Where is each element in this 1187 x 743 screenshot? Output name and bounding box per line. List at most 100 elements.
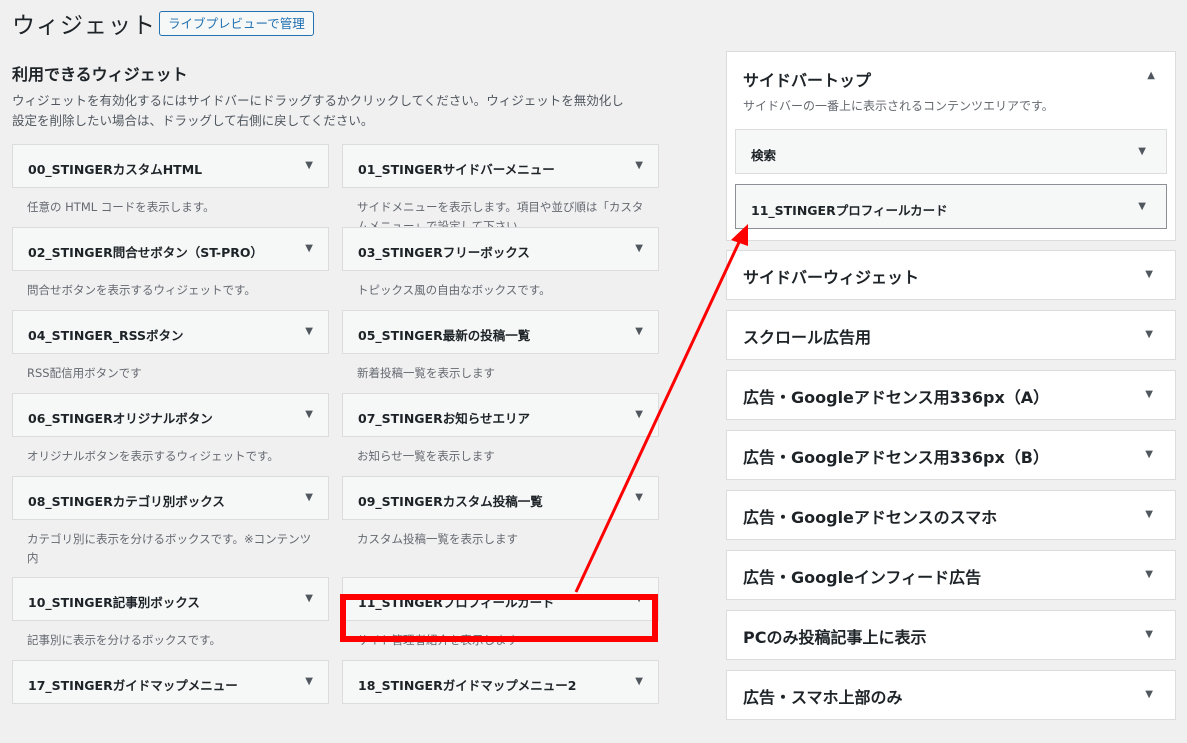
widget-row: 02_STINGER問合せボタン（ST-PRO） ▼ 問合せボタンを表示するウィ… [12,227,662,310]
chevron-down-icon[interactable]: ▼ [305,492,313,503]
page-title: ウィジェット [12,13,156,39]
chevron-down-icon[interactable]: ▼ [635,326,643,337]
widget-item[interactable]: 17_STINGERガイドマップメニュー ▼ [12,660,329,704]
widget-row: 17_STINGERガイドマップメニュー ▼ 18_STINGERガイドマップメ… [12,660,662,743]
widget-title: 05_STINGER最新の投稿一覧 [358,328,531,343]
widget-item[interactable]: 07_STINGERお知らせエリア ▼ お知らせ一覧を表示します [342,393,659,466]
highlight-box [340,594,658,642]
available-widgets-description: ウィジェットを有効化するにはサイドバーにドラッグするかクリックしてください。ウィ… [12,91,662,131]
chevron-down-icon[interactable]: ▼ [635,492,643,503]
available-widgets-title: 利用できるウィジェット [12,65,188,84]
available-widgets-grid: 00_STINGERカスタムHTML ▼ 任意の HTML コードを表示します。… [12,144,662,743]
sidebar-title[interactable]: サイドバートップ [743,67,871,91]
sidebar-title: PCのみ投稿記事上に表示 [743,628,927,647]
widget-description: RSS配信用ボタンです [27,366,142,380]
sidebar-title: 広告・Googleアドセンスのスマホ [743,508,998,527]
widget-title: 06_STINGERオリジナルボタン [28,411,213,426]
chevron-down-icon[interactable]: ▼ [635,243,643,254]
widget-header[interactable]: 00_STINGERカスタムHTML ▼ [12,144,329,188]
chevron-down-icon[interactable]: ▼ [305,676,313,687]
chevron-up-icon[interactable]: ▲ [1147,70,1155,81]
sidebar-title: サイドバーウィジェット [743,268,920,287]
chevron-down-icon[interactable]: ▼ [1145,269,1153,280]
widget-header[interactable]: 09_STINGERカスタム投稿一覧 ▼ [342,476,659,520]
sidebar-area[interactable]: スクロール広告用 ▼ [726,310,1176,360]
widget-description: 問合せボタンを表示するウィジェットです。 [27,283,256,297]
sidebar-widget-profile-card[interactable]: 11_STINGERプロフィールカード ▼ [735,184,1167,229]
chevron-down-icon[interactable]: ▼ [1145,329,1153,340]
widget-row: 00_STINGERカスタムHTML ▼ 任意の HTML コードを表示します。… [12,144,662,233]
description-line-2: 設定を削除したい場合は、ドラッグして右側に戻してください。 [12,113,374,128]
sidebar-title: 広告・Googleインフィード広告 [743,568,982,587]
widget-description: 新着投稿一覧を表示します [357,366,495,380]
chevron-down-icon[interactable]: ▼ [1145,509,1153,520]
widget-item[interactable]: 06_STINGERオリジナルボタン ▼ オリジナルボタンを表示するウィジェット… [12,393,329,466]
widget-title: 検索 [751,148,777,163]
sidebar-title: 広告・スマホ上部のみ [743,688,903,707]
chevron-down-icon[interactable]: ▼ [1145,629,1153,640]
chevron-down-icon[interactable]: ▼ [305,160,313,171]
widget-item[interactable]: 00_STINGERカスタムHTML ▼ 任意の HTML コードを表示します。 [12,144,329,217]
widget-header[interactable]: 10_STINGER記事別ボックス ▼ [12,577,329,621]
widget-header[interactable]: 07_STINGERお知らせエリア ▼ [342,393,659,437]
widget-description: お知らせ一覧を表示します [357,449,495,463]
widget-item[interactable]: 09_STINGERカスタム投稿一覧 ▼ カスタム投稿一覧を表示します [342,476,659,549]
widget-description: カテゴリ別に表示を分けるボックスです。※コンテンツ内 [27,532,312,565]
chevron-down-icon[interactable]: ▼ [305,243,313,254]
widget-title: 07_STINGERお知らせエリア [358,411,530,426]
chevron-down-icon[interactable]: ▼ [305,409,313,420]
sidebar-widget-search[interactable]: 検索 ▼ [735,129,1167,174]
sidebar-top-area: サイドバートップ ▲ サイドバーの一番上に表示されるコンテンツエリアです。 検索… [726,51,1176,241]
chevron-down-icon[interactable]: ▼ [1145,449,1153,460]
widget-header[interactable]: 02_STINGER問合せボタン（ST-PRO） ▼ [12,227,329,271]
widget-header[interactable]: 01_STINGERサイドバーメニュー ▼ [342,144,659,188]
chevron-down-icon[interactable]: ▼ [305,593,313,604]
widget-title: 09_STINGERカスタム投稿一覧 [358,494,543,509]
chevron-down-icon[interactable]: ▼ [305,326,313,337]
widget-header[interactable]: 03_STINGERフリーボックス ▼ [342,227,659,271]
widget-description: トピックス風の自由なボックスです。 [357,283,551,297]
widget-title: 04_STINGER_RSSボタン [28,328,184,343]
sidebar-area[interactable]: サイドバーウィジェット ▼ [726,250,1176,300]
widget-description: 記事別に表示を分けるボックスです。 [27,633,222,647]
chevron-down-icon[interactable]: ▼ [1145,569,1153,580]
sidebar-title: スクロール広告用 [743,328,872,347]
sidebar-area[interactable]: 広告・Googleアドセンス用336px（A） ▼ [726,370,1176,420]
widget-row: 06_STINGERオリジナルボタン ▼ オリジナルボタンを表示するウィジェット… [12,393,662,476]
widget-header[interactable]: 17_STINGERガイドマップメニュー ▼ [12,660,329,704]
widget-description: 任意の HTML コードを表示します。 [27,200,215,214]
widget-title: 08_STINGERカテゴリ別ボックス [28,494,225,509]
widget-description: カスタム投稿一覧を表示します [357,532,518,546]
chevron-down-icon[interactable]: ▼ [1138,201,1146,212]
sidebar-title: 広告・Googleアドセンス用336px（B） [743,448,1049,467]
widget-header[interactable]: 18_STINGERガイドマップメニュー2 ▼ [342,660,659,704]
sidebar-area[interactable]: 広告・スマホ上部のみ ▼ [726,670,1176,720]
sidebar-area[interactable]: 広告・Googleアドセンスのスマホ ▼ [726,490,1176,540]
widget-item[interactable]: 18_STINGERガイドマップメニュー2 ▼ [342,660,659,704]
chevron-down-icon[interactable]: ▼ [635,409,643,420]
sidebar-area[interactable]: 広告・Googleアドセンス用336px（B） ▼ [726,430,1176,480]
sidebar-area[interactable]: PCのみ投稿記事上に表示 ▼ [726,610,1176,660]
widget-description: オリジナルボタンを表示するウィジェットです。 [27,449,279,463]
widget-header[interactable]: 04_STINGER_RSSボタン ▼ [12,310,329,354]
widget-item[interactable]: 03_STINGERフリーボックス ▼ トピックス風の自由なボックスです。 [342,227,659,300]
chevron-down-icon[interactable]: ▼ [1145,689,1153,700]
widget-row: 04_STINGER_RSSボタン ▼ RSS配信用ボタンです 05_STING… [12,310,662,393]
chevron-down-icon[interactable]: ▼ [635,160,643,171]
chevron-down-icon[interactable]: ▼ [635,676,643,687]
sidebar-area[interactable]: 広告・Googleインフィード広告 ▼ [726,550,1176,600]
widget-header[interactable]: 06_STINGERオリジナルボタン ▼ [12,393,329,437]
widget-header[interactable]: 08_STINGERカテゴリ別ボックス ▼ [12,476,329,520]
widget-header[interactable]: 05_STINGER最新の投稿一覧 ▼ [342,310,659,354]
widget-title: 18_STINGERガイドマップメニュー2 [358,678,577,693]
widget-item[interactable]: 01_STINGERサイドバーメニュー ▼ サイドメニューを表示します。項目や並… [342,144,659,236]
description-line-1: ウィジェットを有効化するにはサイドバーにドラッグするかクリックしてください。ウィ… [12,93,624,108]
widget-item[interactable]: 05_STINGER最新の投稿一覧 ▼ 新着投稿一覧を表示します [342,310,659,383]
live-preview-button[interactable]: ライブプレビューで管理 [159,11,314,36]
widget-item[interactable]: 08_STINGERカテゴリ別ボックス ▼ カテゴリ別に表示を分けるボックスです… [12,476,329,568]
widget-item[interactable]: 10_STINGER記事別ボックス ▼ 記事別に表示を分けるボックスです。 [12,577,329,650]
chevron-down-icon[interactable]: ▼ [1145,389,1153,400]
widget-item[interactable]: 04_STINGER_RSSボタン ▼ RSS配信用ボタンです [12,310,329,383]
widget-item[interactable]: 02_STINGER問合せボタン（ST-PRO） ▼ 問合せボタンを表示するウィ… [12,227,329,300]
chevron-down-icon[interactable]: ▼ [1138,146,1146,157]
